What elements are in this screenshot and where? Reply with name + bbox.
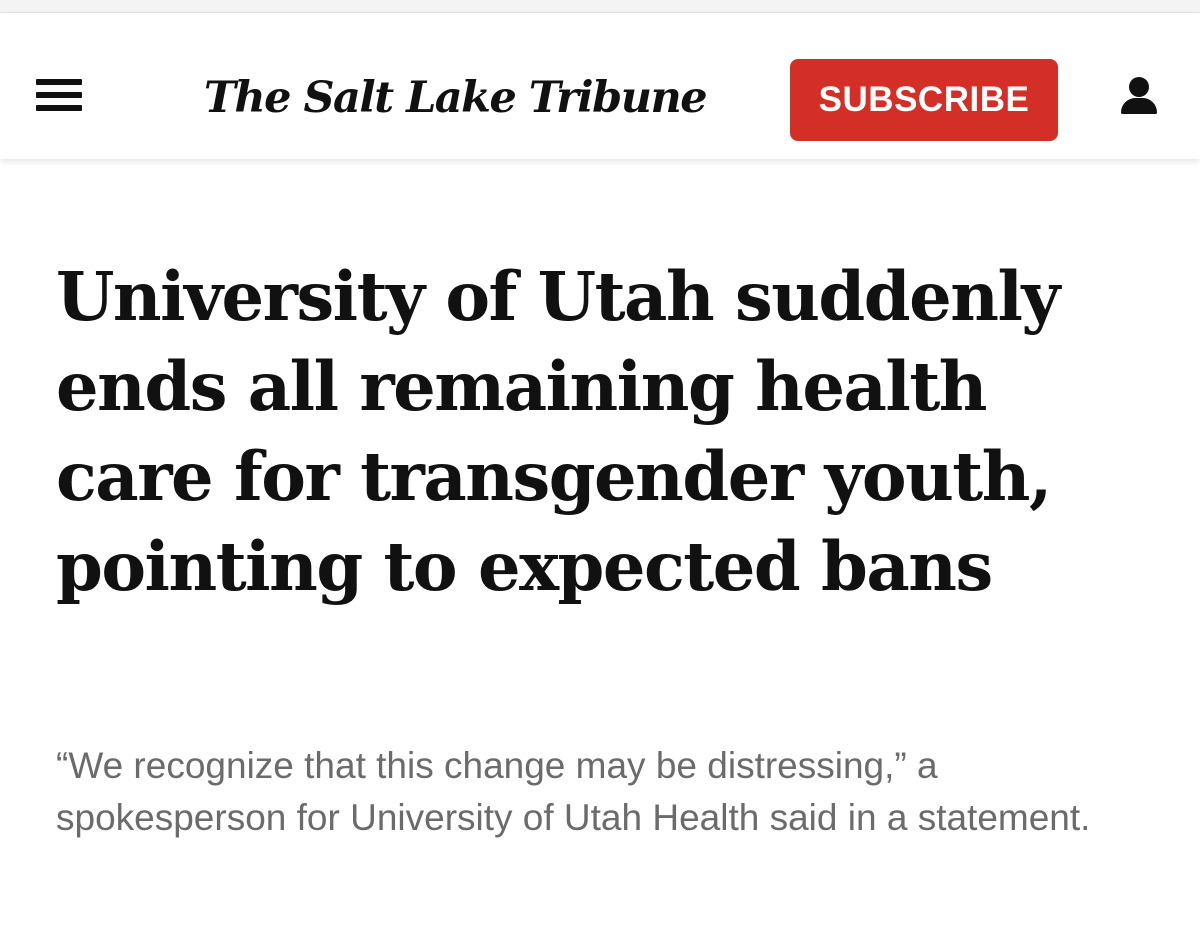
- article-headline: University of Utah suddenly ends all rem…: [56, 257, 1060, 606]
- site-header: The Salt Lake Tribune SUBSCRIBE: [0, 13, 1200, 159]
- hamburger-menu-icon: [36, 79, 82, 85]
- site-logo[interactable]: The Salt Lake Tribune: [200, 65, 710, 131]
- article-dek: “We recognize that this change may be di…: [56, 745, 1091, 838]
- account-button[interactable]: [1118, 77, 1162, 117]
- menu-button[interactable]: [36, 79, 82, 111]
- user-icon: [1129, 77, 1149, 97]
- subscribe-button[interactable]: SUBSCRIBE: [790, 59, 1058, 141]
- browser-top-strip: [0, 0, 1200, 13]
